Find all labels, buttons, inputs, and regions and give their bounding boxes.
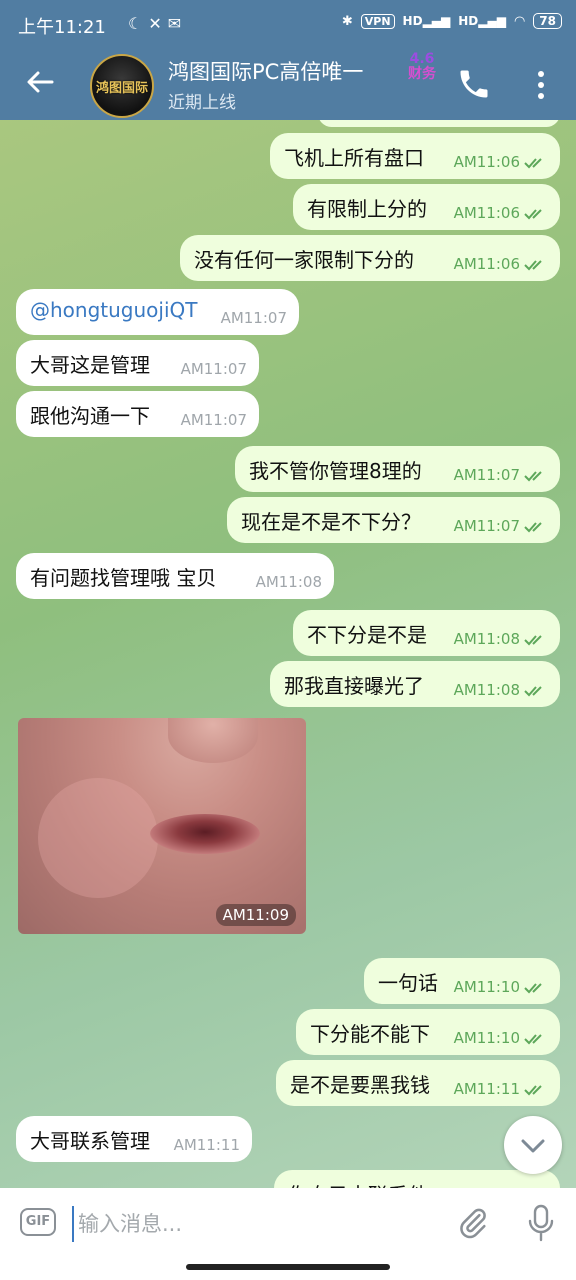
microphone-icon[interactable] xyxy=(527,1204,555,1242)
read-check-icon xyxy=(524,470,542,481)
message-in[interactable]: @hongtuguojiQT AM11:07 xyxy=(16,289,299,335)
message-in[interactable]: 跟他沟通一下 AM11:07 xyxy=(16,391,259,437)
read-check-icon xyxy=(524,685,542,696)
chat-title[interactable]: 鸿图国际PC高倍唯一 xyxy=(168,56,400,86)
message-out[interactable] xyxy=(318,120,560,127)
read-check-icon xyxy=(524,208,542,219)
message-input[interactable] xyxy=(72,1206,440,1242)
message-out[interactable]: 现在是不是不下分？ AM11:07 xyxy=(227,497,560,543)
status-bar: 上午11:21 ☾✕✉ ✱ VPN HD▂▄▆ HD▂▄▆ ◠ 78 xyxy=(0,0,576,50)
photo-content xyxy=(150,814,260,854)
message-out[interactable]: 飞机上所有盘口 AM11:06 xyxy=(270,133,560,179)
scroll-down-button[interactable] xyxy=(504,1116,562,1174)
title-badge: 4.6 财务 xyxy=(408,52,436,82)
read-check-icon xyxy=(524,982,542,993)
chat-header: 鸿图国际 鸿图国际PC高倍唯一 4.6 财务 近期上线 xyxy=(0,50,576,120)
message-out[interactable]: 没有任何一家限制下分的 AM11:06 xyxy=(180,235,560,281)
read-check-icon xyxy=(524,521,542,532)
more-menu-icon[interactable] xyxy=(526,68,556,102)
read-check-icon xyxy=(524,1084,542,1095)
mute-icon: ✕ xyxy=(148,14,168,33)
mention-link[interactable]: @hongtuguojiQT xyxy=(30,298,197,322)
bluetooth-icon: ✱ xyxy=(341,13,353,29)
photo-timestamp: AM11:09 xyxy=(215,904,296,926)
message-out[interactable]: 一句话 AM11:10 xyxy=(364,958,560,1004)
photo-content xyxy=(38,778,158,898)
photo-message[interactable]: AM11:09 xyxy=(18,718,306,934)
message-out[interactable]: 有限制上分的 AM11:06 xyxy=(293,184,560,230)
status-icons: ☾✕✉ xyxy=(128,14,187,33)
message-in[interactable]: 大哥联系管理 AM11:11 xyxy=(16,1116,252,1162)
avatar[interactable]: 鸿图国际 xyxy=(90,54,154,118)
phone-icon[interactable] xyxy=(456,66,492,102)
photo-content xyxy=(168,718,258,763)
home-gesture-bar[interactable] xyxy=(186,1264,390,1270)
status-time: 上午11:21 xyxy=(18,17,106,38)
battery-icon: 78 xyxy=(533,13,562,29)
badge-label: 财务 xyxy=(408,66,436,82)
chat-subtitle: 近期上线 xyxy=(168,93,236,113)
signal-icon-1: HD▂▄▆ xyxy=(402,14,451,28)
paperclip-icon[interactable] xyxy=(456,1206,490,1240)
chevron-down-icon xyxy=(521,1139,545,1153)
message-out[interactable]: 那我直接曝光了 AM11:08 xyxy=(270,661,560,707)
read-check-icon xyxy=(524,1033,542,1044)
signal-icon-2: HD▂▄▆ xyxy=(458,14,506,28)
read-check-icon xyxy=(524,634,542,645)
message-out[interactable]: 不下分是不是 AM11:08 xyxy=(293,610,560,656)
message-in[interactable]: 大哥这是管理 AM11:07 xyxy=(16,340,259,386)
mail-icon: ✉ xyxy=(167,14,188,33)
read-check-icon xyxy=(524,157,542,168)
message-input-bar: GIF xyxy=(0,1188,576,1258)
wifi-icon: ◠ xyxy=(513,13,526,29)
message-out[interactable]: 我不管你管理8理的 AM11:07 xyxy=(235,446,560,492)
gif-button[interactable]: GIF xyxy=(20,1208,56,1236)
message-out[interactable]: 是不是要黑我钱 AM11:11 xyxy=(276,1060,560,1106)
message-in[interactable]: 有问题找管理哦 宝贝 AM11:08 xyxy=(16,553,334,599)
message-out[interactable]: 下分能不能下 AM11:10 xyxy=(296,1009,560,1055)
chat-area[interactable]: 飞机上所有盘口 AM11:06 有限制上分的 AM11:06 没有任何一家限制下… xyxy=(0,120,576,1188)
avatar-logo-text: 鸿图国际 xyxy=(95,80,148,96)
status-right: ✱ VPN HD▂▄▆ HD▂▄▆ ◠ 78 xyxy=(342,13,562,29)
moon-icon: ☾ xyxy=(128,14,149,33)
vpn-icon: VPN xyxy=(360,13,395,29)
system-nav-bar xyxy=(0,1258,576,1280)
read-check-icon xyxy=(524,259,542,270)
back-arrow-icon[interactable] xyxy=(22,64,58,100)
badge-number: 4.6 xyxy=(409,51,435,67)
